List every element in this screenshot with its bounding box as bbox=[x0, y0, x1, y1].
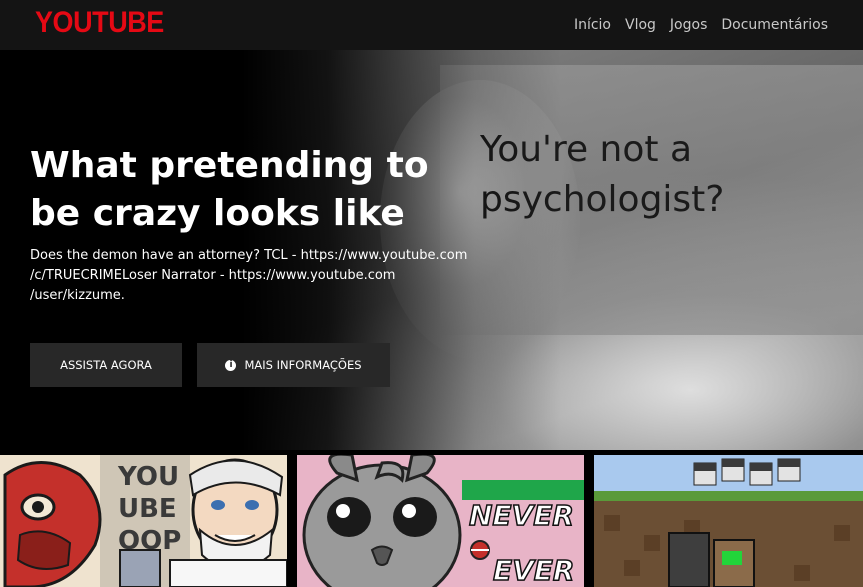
top-navbar: YOUTUBE Início Vlog Jogos Documentários bbox=[0, 0, 863, 50]
hero-description: Does the demon have an attorney? TCL - h… bbox=[30, 248, 468, 303]
thumbnail-1-art: YOU UBE OOP bbox=[0, 455, 287, 587]
more-info-label: MAIS INFORMAÇÕES bbox=[244, 358, 362, 372]
info-circle-icon: i bbox=[225, 359, 237, 371]
nav-link-inicio[interactable]: Início bbox=[574, 17, 611, 33]
watch-now-button[interactable]: ASSISTA AGORA bbox=[30, 343, 182, 387]
video-thumbnail-1[interactable]: YOU UBE OOP bbox=[0, 455, 287, 587]
nav-link-jogos[interactable]: Jogos bbox=[670, 17, 707, 33]
video-thumbnail-2[interactable]: NEVER EVER bbox=[297, 455, 584, 587]
thumbnail-2-text-2: EVER bbox=[493, 554, 574, 587]
thumbnail-2-art: NEVER EVER bbox=[297, 455, 584, 587]
video-thumbnail-row: YOU UBE OOP NEVER EVER bbox=[0, 455, 863, 587]
nav-link-documentarios[interactable]: Documentários bbox=[721, 17, 828, 33]
video-thumbnail-3[interactable] bbox=[594, 455, 863, 587]
thumbnail-3-art bbox=[594, 455, 863, 587]
thumbnail-1-text-1: YOU bbox=[117, 462, 179, 492]
youtube-logo[interactable]: YOUTUBE bbox=[35, 6, 164, 40]
hero-banner: You're not a psychologist? What pretendi… bbox=[0, 50, 863, 450]
nav-link-vlog[interactable]: Vlog bbox=[625, 17, 656, 33]
hero-actions: ASSISTA AGORA i MAIS INFORMAÇÕES bbox=[30, 343, 390, 387]
main-nav: Início Vlog Jogos Documentários bbox=[574, 17, 828, 33]
thumbnail-2-text-1: NEVER bbox=[469, 499, 574, 532]
more-info-button[interactable]: i MAIS INFORMAÇÕES bbox=[197, 343, 390, 387]
hero-title: What pretending to be crazy looks like bbox=[30, 145, 429, 234]
thumbnail-1-text-2: UBE bbox=[118, 494, 177, 524]
